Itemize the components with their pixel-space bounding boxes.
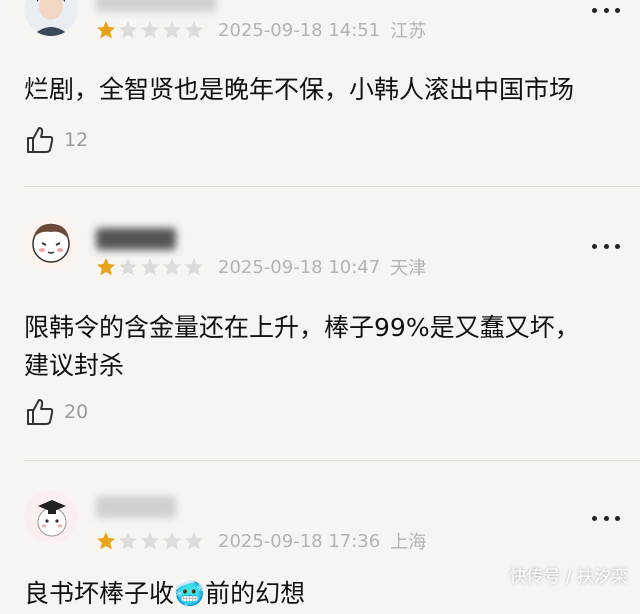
divider (24, 186, 640, 187)
username-blurred[interactable] (96, 496, 176, 518)
comment-date: 2025-09-18 10:47 (218, 256, 381, 278)
star-icon (163, 21, 181, 39)
avatar[interactable] (24, 0, 78, 36)
comment-location: 天津 (390, 258, 427, 279)
star-icon (163, 532, 181, 550)
more-dots-icon[interactable] (592, 240, 620, 252)
comment-date: 2025-09-18 17:36 (218, 530, 381, 552)
star-icon (97, 532, 115, 550)
comment-meta: 2025-09-18 14:51 江苏 (96, 17, 426, 43)
comment-text-line: 限韩令的含金量还在上升，棒子99%是又蠢又坏， (24, 313, 580, 342)
avatar[interactable] (24, 216, 78, 270)
star-icon (185, 21, 203, 39)
comment-text-line: 建议封杀 (24, 351, 125, 380)
comment-meta: 2025-09-18 10:47 天津 (96, 254, 426, 280)
star-icon (119, 532, 137, 550)
like-count: 20 (64, 401, 89, 423)
username-blurred[interactable] (96, 0, 216, 12)
like-button[interactable]: 12 (24, 124, 88, 156)
thumbs-up-icon (27, 127, 54, 153)
rating-stars (96, 257, 206, 277)
star-icon (141, 258, 159, 276)
like-count: 12 (64, 129, 89, 151)
divider (24, 460, 640, 461)
comment-location: 江苏 (390, 21, 427, 42)
rating-stars (96, 531, 206, 551)
star-icon (141, 21, 159, 39)
comment-text: 烂剧，全智贤也是晚年不保，小韩人滚出中国市场 (24, 75, 575, 104)
username-blurred[interactable] (96, 228, 176, 250)
thumbs-up-icon (27, 399, 54, 425)
comment-date: 2025-09-18 14:51 (218, 19, 381, 41)
watermark: 快传号 / 扶汐栾 (509, 567, 628, 587)
star-icon (163, 258, 181, 276)
star-icon (97, 21, 115, 39)
star-icon (141, 532, 159, 550)
comment-location: 上海 (390, 532, 427, 553)
star-icon (185, 532, 203, 550)
comment-meta: 2025-09-18 17:36 上海 (96, 528, 426, 554)
like-button[interactable]: 20 (24, 396, 88, 428)
more-dots-icon[interactable] (592, 512, 620, 524)
more-dots-icon[interactable] (592, 4, 620, 16)
star-icon (119, 258, 137, 276)
avatar[interactable] (24, 490, 78, 544)
rating-stars (96, 20, 206, 40)
star-icon (97, 258, 115, 276)
star-icon (185, 258, 203, 276)
star-icon (119, 21, 137, 39)
